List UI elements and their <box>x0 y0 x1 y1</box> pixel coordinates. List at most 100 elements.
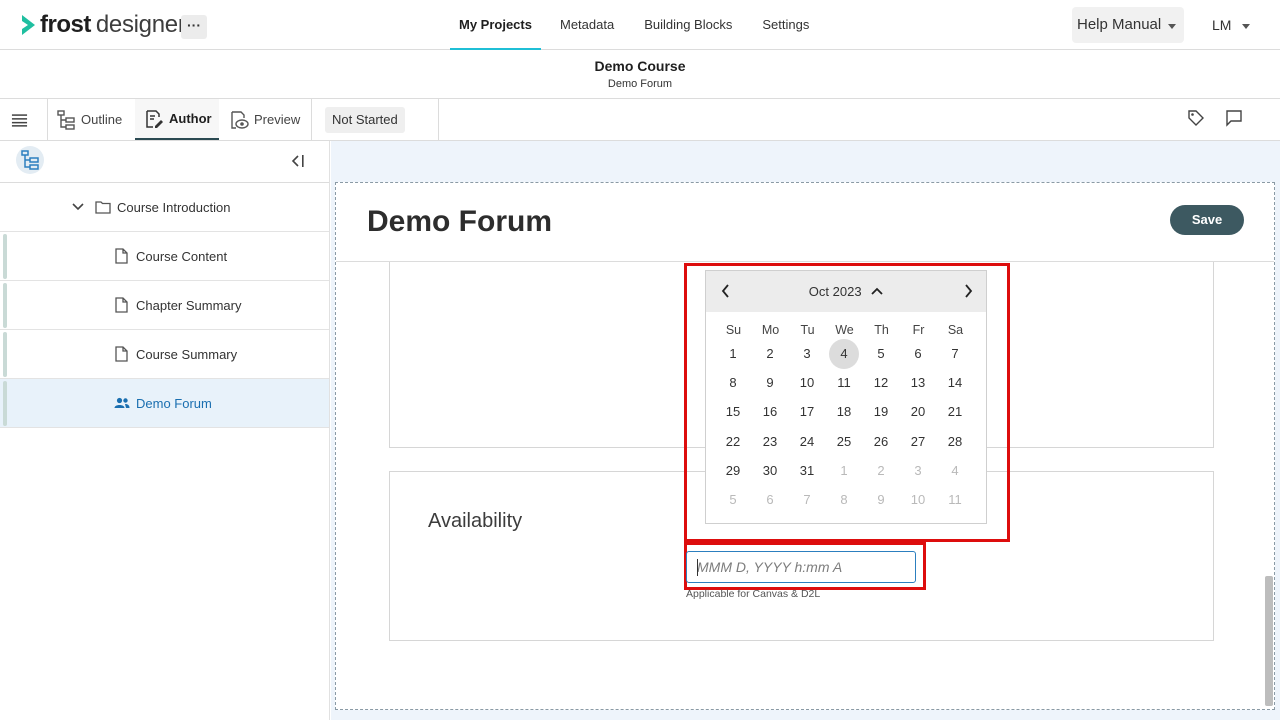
sidebar-item-label: Demo Forum <box>136 395 212 411</box>
calendar-day[interactable]: 11 <box>829 368 859 398</box>
tree-view-icon <box>21 150 39 170</box>
tag-icon <box>1188 110 1204 126</box>
calendar-day[interactable]: 1 <box>718 339 748 369</box>
document-icon <box>115 346 128 362</box>
top-nav: frost designer ··· My Projects Metadata … <box>0 0 1280 50</box>
sidebar-item-demo-forum[interactable]: Demo Forum <box>0 379 329 428</box>
calendar-day[interactable]: 6 <box>903 339 933 369</box>
sidebar-item-label: Course Content <box>136 248 228 264</box>
calendar-day[interactable]: 6 <box>755 485 785 515</box>
calendar-day[interactable]: 8 <box>829 485 859 515</box>
calendar-day[interactable]: 16 <box>755 397 785 427</box>
chevron-down-icon <box>72 203 84 211</box>
tag-button[interactable] <box>1187 109 1207 129</box>
calendar-day[interactable]: 4 <box>940 456 970 486</box>
tab-preview-label: Preview <box>254 112 301 127</box>
calendar-day-today[interactable]: 4 <box>829 339 859 369</box>
collapse-sidebar-button[interactable] <box>290 154 306 173</box>
nav-settings[interactable]: Settings <box>747 0 824 50</box>
user-menu[interactable]: LM <box>1212 7 1252 43</box>
nav-building-blocks[interactable]: Building Blocks <box>629 0 747 50</box>
calendar-day[interactable]: 10 <box>792 368 822 398</box>
calendar-day[interactable]: 20 <box>903 397 933 427</box>
calendar-day[interactable]: 10 <box>903 485 933 515</box>
menu-toggle-button[interactable] <box>11 99 33 140</box>
sidebar-item-chapter-summary[interactable]: Chapter Summary <box>0 281 329 330</box>
tree-folder-label: Course Introduction <box>117 199 231 215</box>
document-icon <box>115 297 128 313</box>
toolbar-divider <box>438 99 439 140</box>
calendar-day[interactable]: 26 <box>866 427 896 457</box>
course-header: Demo Course Demo Forum <box>0 50 1280 99</box>
logo-word-frost: frost <box>40 11 91 38</box>
calendar-day[interactable]: 13 <box>903 368 933 398</box>
next-month-button[interactable] <box>962 284 974 298</box>
tree-view-button[interactable] <box>16 146 44 174</box>
calendar-day[interactable]: 31 <box>792 456 822 486</box>
calendar-day[interactable]: 5 <box>718 485 748 515</box>
date-input-help-text: Applicable for Canvas & D2L <box>686 588 821 600</box>
calendar-day[interactable]: 19 <box>866 397 896 427</box>
tab-author[interactable]: Author <box>135 99 219 140</box>
sidebar-item-course-content[interactable]: Course Content <box>0 232 329 281</box>
datepicker-header: Oct 2023 <box>706 271 986 312</box>
prev-month-button[interactable] <box>720 284 732 298</box>
weekday-label: Sa <box>947 323 964 337</box>
caret-down-icon <box>1168 24 1176 29</box>
more-options-button[interactable]: ··· <box>181 15 207 39</box>
calendar-day[interactable]: 15 <box>718 397 748 427</box>
sidebar-item-course-summary[interactable]: Course Summary <box>0 330 329 379</box>
availability-date-input[interactable]: MMM D, YYYY h:mm A <box>686 551 916 583</box>
tab-author-label: Author <box>169 111 212 126</box>
calendar-day[interactable]: 5 <box>866 339 896 369</box>
nav-metadata[interactable]: Metadata <box>545 0 629 50</box>
sidebar-item-label: Course Summary <box>136 346 238 362</box>
document-icon <box>115 248 128 264</box>
calendar-day[interactable]: 7 <box>940 339 970 369</box>
logo-word-designer: designer <box>95 11 186 38</box>
calendar-day[interactable]: 3 <box>903 456 933 486</box>
calendar-day[interactable]: 17 <box>792 397 822 427</box>
calendar-day[interactable]: 8 <box>718 368 748 398</box>
calendar-day[interactable]: 11 <box>940 485 970 515</box>
frost-designer-logo[interactable]: frost designer <box>20 10 186 40</box>
tab-preview[interactable]: Preview <box>229 99 305 140</box>
calendar-day[interactable]: 29 <box>718 456 748 486</box>
calendar-day[interactable]: 27 <box>903 427 933 457</box>
scrollbar-thumb[interactable] <box>1265 576 1273 706</box>
weekday-label: Th <box>874 323 889 337</box>
calendar-day[interactable]: 1 <box>829 456 859 486</box>
help-manual-dropdown[interactable]: Help Manual <box>1072 7 1184 43</box>
nav-my-projects[interactable]: My Projects <box>450 0 541 50</box>
calendar-day[interactable]: 9 <box>755 368 785 398</box>
edit-document-icon <box>146 109 163 128</box>
course-title: Demo Course <box>594 58 686 74</box>
author-toolbar: Outline Author Preview Not Started <box>0 99 1280 141</box>
tab-outline[interactable]: Outline <box>56 99 132 140</box>
main-nav: My Projects Metadata Building Blocks Set… <box>450 0 824 50</box>
calendar-day[interactable]: 30 <box>755 456 785 486</box>
tree-folder-course-introduction[interactable]: Course Introduction <box>0 183 329 232</box>
calendar-day[interactable]: 24 <box>792 427 822 457</box>
text-cursor <box>697 559 698 576</box>
status-badge[interactable]: Not Started <box>325 107 405 133</box>
comments-button[interactable] <box>1225 109 1245 129</box>
calendar-day[interactable]: 25 <box>829 427 859 457</box>
datepicker-month-label: Oct 2023 <box>808 284 862 299</box>
calendar-day[interactable]: 3 <box>792 339 822 369</box>
calendar-day[interactable]: 7 <box>792 485 822 515</box>
calendar-day[interactable]: 12 <box>866 368 896 398</box>
calendar-day[interactable]: 18 <box>829 397 859 427</box>
calendar-day[interactable]: 22 <box>718 427 748 457</box>
calendar-day[interactable]: 14 <box>940 368 970 398</box>
calendar-day[interactable]: 2 <box>866 456 896 486</box>
calendar-day[interactable]: 21 <box>940 397 970 427</box>
calendar-day[interactable]: 9 <box>866 485 896 515</box>
calendar-day[interactable]: 28 <box>940 427 970 457</box>
save-button[interactable]: Save <box>1170 205 1244 235</box>
calendar-day[interactable]: 2 <box>755 339 785 369</box>
toolbar-divider <box>311 99 312 140</box>
calendar-day[interactable]: 23 <box>755 427 785 457</box>
datepicker-month-toggle[interactable]: Oct 2023 <box>706 271 986 312</box>
weekday-label: Mo <box>761 323 780 337</box>
